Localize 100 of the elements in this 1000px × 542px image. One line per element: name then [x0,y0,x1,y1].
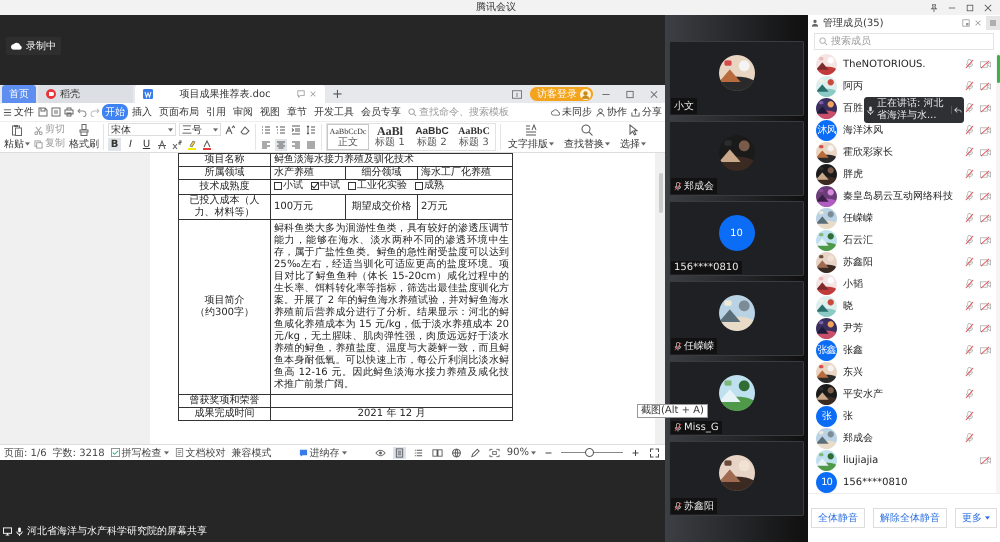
style-option[interactable]: AaBbCcDc 正文 [327,124,369,150]
video-tile[interactable]: 小文 [669,41,804,116]
toolbar-action[interactable]: 协作 [596,105,627,119]
table-cell: 2021 年 12 月 [270,408,512,420]
member-name[interactable]: 晓 [843,299,853,313]
ribbon-tab[interactable]: 会员专享 [358,104,404,120]
style-name: 标题 3 [459,137,489,148]
toolbar-action[interactable]: 分享 [631,105,662,119]
member-name[interactable]: 小韬 [843,277,863,291]
member-name[interactable]: 石云汇 [843,233,873,247]
font-size-dropdown[interactable]: 三号 [179,123,221,136]
table-cell: 项目名称 [178,154,270,166]
member-name[interactable]: 156****0810 [843,476,908,488]
video-tile[interactable]: 郑成会 [669,121,804,196]
font-dropdown[interactable]: 宋体 [108,123,176,136]
new-tab-button[interactable]: + [327,85,348,103]
style-option[interactable]: AaBl 标题 1 [369,124,411,150]
ribbon-tab[interactable]: 引用 [203,104,229,120]
format-painter-button[interactable]: 格式刷 [69,124,99,150]
table-cell: 海水工厂化养殖 [418,166,512,180]
member-name[interactable]: 张鑫 [843,343,863,357]
ribbon-tab[interactable]: 插入 [129,104,155,120]
table-cell: 已投入成本（人力、材料等） [178,194,270,220]
window-title: 腾讯会议 [476,0,516,15]
panel-button[interactable]: 更多 [955,508,997,528]
spell-check-button[interactable]: 拼写检查 [110,446,169,460]
table-cell: 鲟科鱼类大多为洄游性鱼类，具有较好的渗透压调节能力，能够在海水、淡水两种不同的渗透环境中生存，属于广盐性鱼类。鲟鱼的急性耐受盐度可以达到 25‰左右，经适当驯化可适应更高的盐度环境。项目对比了鲟鱼鱼种（体长 15-20cm）咸化过程中的生长率、饵料转化率等指标，筛选出最佳盐度驯化方案。开展了 2 年的鲟鱼海水养殖试验，并对鲟鱼海水养殖前后营养成分进行了分析。结果显示：河北的鲟鱼咸化养殖成本为 15 元/kg，低于淡水养殖成本 20 元/kg，无土腥味、肌肉弹性强，肉质远远好于淡水养殖的鲟鱼，养殖盐度、温度与大菱鲆一致，而且鲟鱼本身耐低氧。可以快速上市，每公斤利润比淡水鲟鱼高 12-16 元。因此鲟鱼淡海水接力养殖及咸化技术推广前景广阔。 [270,220,512,394]
page-count: 页面: 1/6 [4,446,47,460]
ribbon-tab[interactable]: 章节 [284,104,310,120]
tab[interactable]: 项目成果推荐表.doc [135,85,325,103]
panel-button[interactable]: 解除全体静音 [873,508,947,528]
avatar: 10 [718,215,754,251]
member-name[interactable]: 阿丙 [843,79,863,93]
ribbon-tool-button[interactable]: 选择 [620,124,646,150]
member-name[interactable]: 霍欣彩家长 [843,145,893,159]
member-name[interactable]: 尹芳 [843,321,863,335]
table-cell: 水产养殖 [270,166,346,180]
word-count: 字数: 3218 [52,446,105,460]
member-name[interactable]: 海洋沐风 [843,123,883,137]
ribbon-tab[interactable]: 审阅 [230,104,256,120]
save-status-button[interactable]: 进纳存 [298,446,347,460]
member-name[interactable]: 东兴 [843,365,863,379]
command-search-field[interactable]: 查找命令、搜索模板 [419,106,511,118]
recording-button[interactable]: 录制中 [6,37,61,55]
video-tile[interactable]: 苏鑫阳 [669,441,804,516]
member-name[interactable]: 百胜 [843,101,863,115]
proofread-button[interactable]: 文档校对 [174,446,226,460]
participant-name: 郑成会 [684,180,714,193]
video-tile[interactable]: 任嵘嵘 [669,281,804,356]
style-option[interactable]: AaBbC 标题 3 [453,124,495,150]
format-button[interactable]: B [108,138,121,151]
ribbon-tool-button[interactable]: 查找替换 [564,124,610,150]
member-name[interactable]: 郑成会 [843,431,873,445]
style-name: 标题 2 [417,137,447,148]
ribbon-tab[interactable]: 视图 [257,104,283,120]
member-name[interactable]: 苏鑫阳 [843,255,873,269]
table-cell: 成果完成时间 [178,408,270,420]
member-name[interactable]: 张 [843,409,853,423]
ribbon-tab[interactable]: 页面布局 [156,104,202,120]
table-cell: 所属领域 [178,166,270,180]
file-menu[interactable]: 文件 [3,105,34,119]
member-name[interactable]: 平安水产 [843,387,883,401]
ribbon-tab[interactable]: 开始 [102,104,128,120]
participant-name: Miss_G [684,422,719,433]
format-button[interactable]: U [140,138,153,151]
style-name: 标题 1 [375,137,405,148]
option-label: 成熟 [424,180,444,192]
tab[interactable]: 稻壳 [38,85,133,103]
search-field[interactable]: 搜索成员 [814,33,994,50]
panel-button[interactable]: 全体静音 [811,508,865,528]
toolbar-action[interactable]: 未同步 [551,105,592,119]
member-name[interactable]: 任嵘嵘 [843,211,873,225]
style-preview: AaBbC [415,126,449,137]
style-preview: AaBbC [458,126,490,137]
table-cell: 细分领域 [346,166,418,180]
member-name[interactable]: liujiajia [843,454,878,466]
table-cell: 期望成交价格 [346,194,418,220]
screen-share-label: 河北省海洋与水产科学研究院的屏幕共享 [27,524,207,538]
style-preview: AaBbCcDc [330,126,366,136]
option-label: 中试 [320,180,340,192]
member-name[interactable]: 秦皇岛易云互动网络科技 [843,189,953,203]
style-preview: AaBl [376,126,403,137]
speaking-text: 正在讲话: 河北省海洋与水... [877,98,945,122]
compat-mode-button[interactable]: 兼容模式 [232,446,272,460]
style-option[interactable]: AaBbC 标题 2 [411,124,453,150]
avatar: 沐风 [816,120,837,140]
style-name: 正文 [338,137,358,148]
ribbon-tool-button[interactable]: 文字排版 [508,124,554,150]
paste-button[interactable]: 粘贴 [4,124,30,150]
member-name[interactable]: 胖虎 [843,167,863,181]
avatar: 10 [816,472,837,492]
format-button[interactable]: I [124,138,137,151]
member-name[interactable]: TheNOTORIOUS. [843,58,926,70]
table-cell: 2万元 [418,194,512,220]
zoom-dropdown[interactable]: 90% [506,447,536,458]
video-tile[interactable]: 10 156****0810 [669,201,804,276]
ribbon-tab[interactable]: 开发工具 [311,104,357,120]
panel-title: 管理成员(35) [823,16,884,30]
participant-name: 苏鑫阳 [684,500,714,513]
avatar: 张 [816,406,837,426]
